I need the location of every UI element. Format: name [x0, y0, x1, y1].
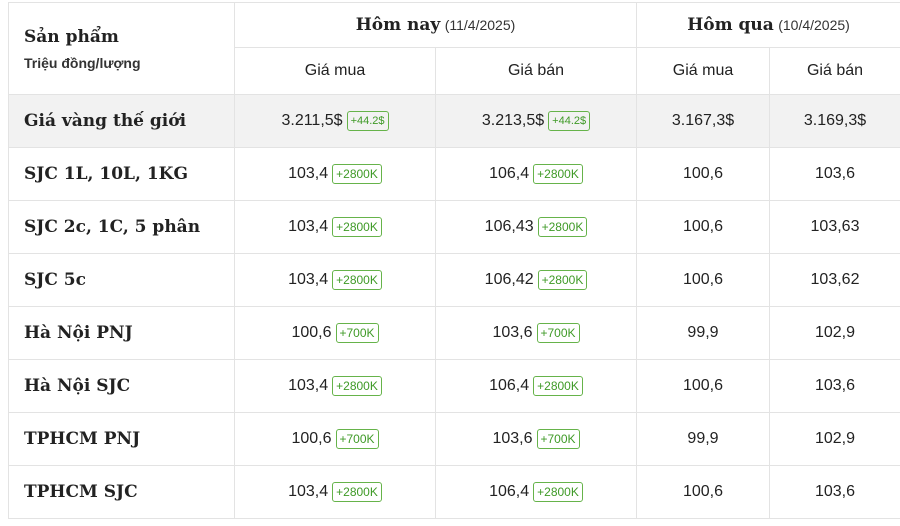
product-name: TPHCM SJC — [8, 465, 235, 519]
product-name: SJC 1L, 10L, 1KG — [8, 147, 235, 201]
change-badge: +2800K — [533, 376, 583, 396]
change-badge: +2800K — [533, 164, 583, 184]
yesterday-sell-price: 103,6 — [768, 465, 900, 519]
today-buy-price: 3.211,5$ — [281, 112, 343, 130]
change-badge: +2800K — [537, 270, 588, 290]
today-sell-price: 106,43 — [484, 218, 534, 236]
yesterday-buy-price: 100,6 — [636, 359, 770, 413]
yesterday-buy-price: 99,9 — [636, 412, 770, 466]
today-buy-price: 103,4 — [288, 483, 329, 501]
today-buy-price: 100,6 — [291, 430, 332, 448]
change-badge: +700K — [536, 323, 580, 343]
yesterday-date: (10/4/2025) — [778, 17, 850, 33]
change-badge: +44.2$ — [346, 111, 389, 131]
today-sell-price: 3.213,5$ — [481, 112, 545, 130]
yesterday-group-header: Hôm qua (10/4/2025) — [635, 2, 900, 48]
table-row: TPHCM SJC 103,4 +2800K 106,4 +2800K 100,6 103,… — [8, 465, 900, 519]
today-sell-header: Giá bán — [435, 47, 637, 95]
yesterday-buy-price: 99,9 — [636, 306, 770, 360]
gold-price-table: Sản phẩm Triệu đồng/lượng Hôm nay (11/4/… — [8, 2, 900, 519]
today-group-header: Hôm nay (11/4/2025) — [234, 2, 637, 48]
product-name: Hà Nội SJC — [8, 359, 235, 413]
change-badge: +2800K — [537, 217, 588, 237]
today-title: Hôm nay — [355, 15, 441, 35]
yesterday-sell-price: 102,9 — [768, 412, 900, 466]
today-buy-cell: 103,4 +2800K — [234, 465, 436, 519]
table-row: SJC 1L, 10L, 1KG 103,4 +2800K 106,4 +2800K 10… — [8, 147, 900, 201]
table-row: SJC 2c, 1C, 5 phân 103,4 +2800K 106,43 +2800… — [8, 200, 900, 254]
change-badge: +2800K — [332, 376, 382, 396]
change-badge: +2800K — [332, 217, 382, 237]
change-badge: +2800K — [332, 164, 382, 184]
today-sell-cell: 103,6 +700K — [435, 306, 637, 360]
today-sell-cell: 3.213,5$ +44.2$ — [435, 94, 637, 148]
product-name: Giá vàng thế giới — [8, 94, 235, 148]
today-buy-cell: 3.211,5$ +44.2$ — [234, 94, 436, 148]
product-header-cell: Sản phẩm Triệu đồng/lượng — [8, 2, 235, 95]
yesterday-sell-price: 103,63 — [768, 200, 900, 254]
product-name: TPHCM PNJ — [8, 412, 235, 466]
change-badge: +2800K — [332, 270, 382, 290]
yesterday-buy-price: 100,6 — [636, 200, 770, 254]
today-sell-cell: 103,6 +700K — [435, 412, 637, 466]
today-buy-price: 103,4 — [288, 165, 329, 183]
today-sell-price: 106,42 — [484, 271, 534, 289]
today-buy-price: 103,4 — [288, 271, 329, 289]
yesterday-buy-price: 100,6 — [636, 253, 770, 307]
today-sell-cell: 106,42 +2800K — [435, 253, 637, 307]
table-row: Hà Nội PNJ 100,6 +700K 103,6 +700K 99,9 102,9 — [8, 306, 900, 360]
today-sell-cell: 106,43 +2800K — [435, 200, 637, 254]
today-buy-cell: 103,4 +2800K — [234, 253, 436, 307]
table-row: Hà Nội SJC 103,4 +2800K 106,4 +2800K 100,6 103… — [8, 359, 900, 413]
unit-label: Triệu đồng/lượng — [24, 54, 141, 71]
today-sell-price: 106,4 — [489, 483, 530, 501]
product-name: Hà Nội PNJ — [8, 306, 235, 360]
yesterday-sell-price: 103,6 — [768, 147, 900, 201]
yesterday-title: Hôm qua — [687, 15, 774, 35]
today-buy-cell: 103,4 +2800K — [234, 200, 436, 254]
today-buy-cell: 103,4 +2800K — [234, 359, 436, 413]
change-badge: +700K — [335, 323, 379, 343]
yesterday-buy-header: Giá mua — [636, 47, 770, 95]
product-name: SJC 5c — [8, 253, 235, 307]
product-name: SJC 2c, 1C, 5 phân — [8, 200, 235, 254]
change-badge: +2800K — [332, 482, 382, 502]
today-sell-cell: 106,4 +2800K — [435, 359, 637, 413]
today-buy-price: 103,4 — [288, 218, 329, 236]
product-column-title: Sản phẩm — [24, 26, 119, 47]
today-sell-price: 106,4 — [489, 377, 530, 395]
today-date: (11/4/2025) — [444, 17, 516, 33]
today-buy-cell: 100,6 +700K — [234, 306, 436, 360]
today-buy-cell: 103,4 +2800K — [234, 147, 436, 201]
yesterday-sell-price: 103,6 — [768, 359, 900, 413]
change-badge: +700K — [335, 429, 379, 449]
yesterday-buy-price: 100,6 — [636, 147, 770, 201]
today-sell-cell: 106,4 +2800K — [435, 147, 637, 201]
change-badge: +2800K — [533, 482, 583, 502]
today-sell-price: 106,4 — [489, 165, 530, 183]
yesterday-sell-price: 3.169,3$ — [768, 94, 900, 148]
yesterday-sell-price: 102,9 — [768, 306, 900, 360]
yesterday-buy-price: 100,6 — [636, 465, 770, 519]
yesterday-sell-price: 103,62 — [768, 253, 900, 307]
today-buy-header: Giá mua — [234, 47, 436, 95]
today-sell-cell: 106,4 +2800K — [435, 465, 637, 519]
change-badge: +44.2$ — [548, 111, 591, 131]
today-sell-price: 103,6 — [492, 324, 533, 342]
change-badge: +700K — [536, 429, 580, 449]
yesterday-sell-header: Giá bán — [768, 47, 900, 95]
today-buy-cell: 100,6 +700K — [234, 412, 436, 466]
today-buy-price: 103,4 — [288, 377, 329, 395]
yesterday-buy-price: 3.167,3$ — [636, 94, 770, 148]
table-row: SJC 5c 103,4 +2800K 106,42 +2800K 100,6 103,62 — [8, 253, 900, 307]
table-row: Giá vàng thế giới 3.211,5$ +44.2$ 3.213,5$ +… — [8, 94, 900, 148]
table-row: TPHCM PNJ 100,6 +700K 103,6 +700K 99,9 102,9 — [8, 412, 900, 466]
today-sell-price: 103,6 — [492, 430, 533, 448]
today-buy-price: 100,6 — [291, 324, 332, 342]
